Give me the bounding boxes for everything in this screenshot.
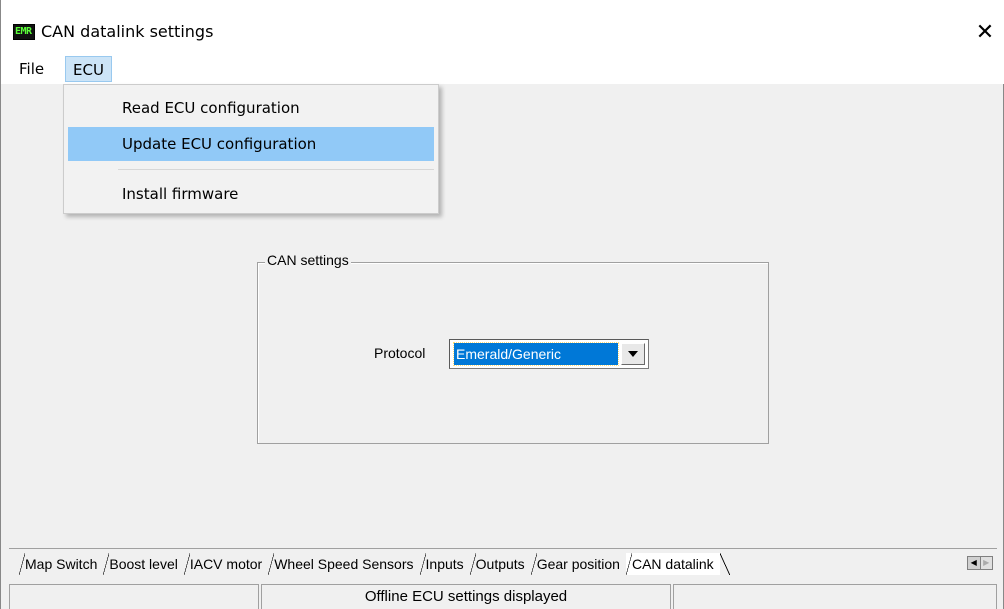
emr-app-icon: EMR [13,24,35,40]
tab-scroll-control[interactable]: ◀ ▶ [967,556,993,570]
menu-bar: File ECU [1,52,1004,84]
tab-iacv-motor[interactable]: IACV motor [183,553,268,575]
window-title: CAN datalink settings [41,22,214,41]
tab-inputs[interactable]: Inputs [419,553,470,575]
protocol-label: Protocol [374,345,426,361]
tab-wheel-speed-sensors[interactable]: Wheel Speed Sensors [268,553,419,575]
menu-item-read-ecu-configuration[interactable]: Read ECU configuration [68,91,434,125]
chevron-down-icon [628,351,638,357]
tab-strip: Map Switch Boost level IACV motor Wheel … [9,548,997,576]
settings-window: EMR CAN datalink settings ✕ File ECU CAN… [0,0,1004,609]
status-bar: Offline ECU settings displayed [9,584,997,609]
status-panel-right [673,584,997,609]
tab-gear-position[interactable]: Gear position [530,553,626,575]
scroll-right-icon[interactable]: ▶ [981,557,993,569]
close-icon: ✕ [975,19,995,45]
title-bar: EMR CAN datalink settings ✕ [1,0,1004,58]
tab-outputs[interactable]: Outputs [469,553,531,575]
tab-end-divider [719,553,730,575]
protocol-select-value[interactable]: Emerald/Generic [453,342,619,366]
scroll-left-icon[interactable]: ◀ [968,557,981,569]
protocol-select[interactable]: Emerald/Generic [449,339,649,369]
tab-map-switch[interactable]: Map Switch [19,553,103,575]
status-panel-center: Offline ECU settings displayed [261,584,671,609]
ecu-menu-dropdown: Read ECU configuration Update ECU config… [63,84,439,214]
menu-file[interactable]: File [11,56,52,82]
status-panel-left [9,584,259,609]
tab-boost-level[interactable]: Boost level [103,553,183,575]
menu-separator [118,169,434,170]
can-settings-group-title: CAN settings [265,252,351,268]
tab-can-datalink[interactable]: CAN datalink [625,553,720,575]
close-button[interactable]: ✕ [965,14,1004,50]
tab-list: Map Switch Boost level IACV motor Wheel … [19,553,730,575]
menu-item-update-ecu-configuration[interactable]: Update ECU configuration [68,127,434,161]
menu-ecu[interactable]: ECU [65,56,112,82]
menu-item-install-firmware[interactable]: Install firmware [68,177,434,211]
dropdown-arrow-button[interactable] [621,343,645,365]
